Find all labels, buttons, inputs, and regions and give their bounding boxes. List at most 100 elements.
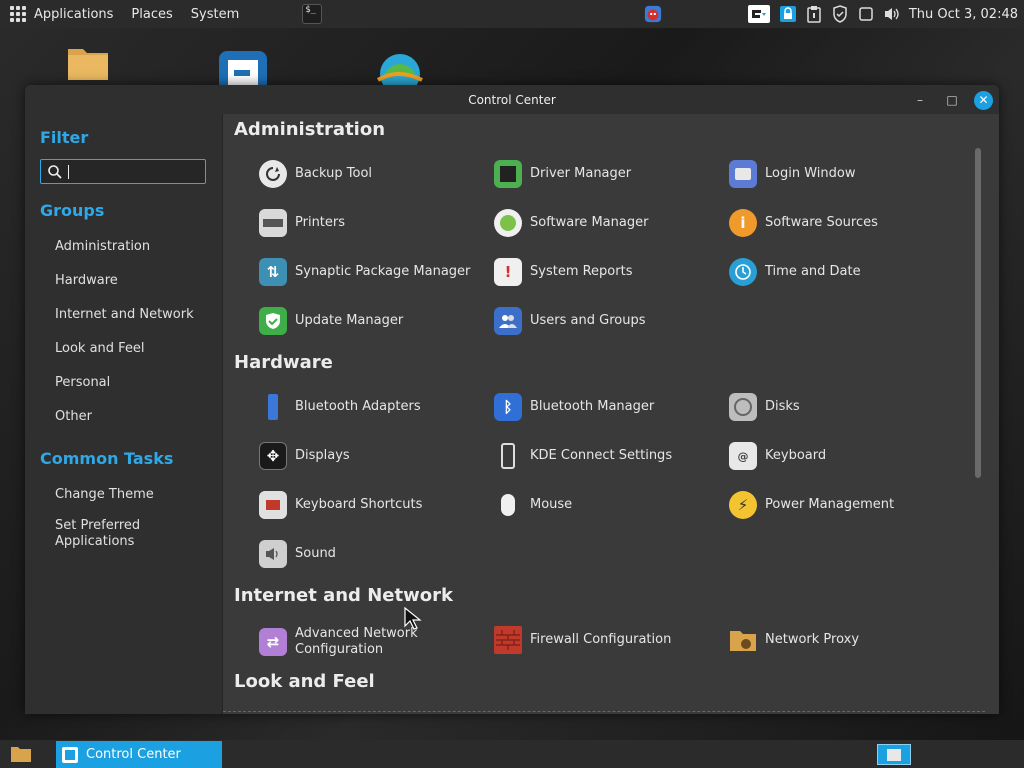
item-software-manager[interactable]: Software Manager (494, 209, 648, 237)
disk-icon (729, 393, 757, 421)
mouse-cursor-icon (404, 607, 422, 630)
maximize-button[interactable]: □ (942, 90, 962, 110)
section-hardware-title: Hardware (234, 352, 333, 373)
section-administration-title: Administration (234, 119, 386, 140)
installer-desktop-icon[interactable] (218, 50, 268, 91)
sidebar-item-hardware[interactable]: Hardware (55, 273, 118, 288)
item-mouse[interactable]: Mouse (494, 491, 572, 519)
text-caret (68, 164, 69, 179)
system-tray: Thu Oct 3, 02:48 (644, 0, 1024, 28)
item-software-sources[interactable]: i Software Sources (729, 209, 878, 237)
app-indicator-icon[interactable] (644, 5, 662, 23)
bluetooth-adapter-icon (259, 393, 287, 421)
item-kde-connect-settings[interactable]: KDE Connect Settings (494, 442, 672, 470)
sidebar-item-look-and-feel[interactable]: Look and Feel (55, 341, 145, 356)
item-keyboard-shortcuts[interactable]: Keyboard Shortcuts (259, 491, 422, 519)
item-keyboard[interactable]: @ Keyboard (729, 442, 826, 470)
item-synaptic-package-manager[interactable]: ⇅ Synaptic Package Manager (259, 258, 470, 286)
download-manager-desktop-icon[interactable] (374, 50, 426, 94)
main-content: Administration Backup Tool Driver Manage… (223, 114, 985, 714)
window-controls: – □ ✕ (898, 90, 993, 110)
bottom-panel: Control Center (0, 740, 1024, 768)
keyboard-icon: @ (729, 442, 757, 470)
firewall-brick-icon (494, 626, 522, 654)
keyboard-shortcuts-icon (259, 491, 287, 519)
users-icon (494, 307, 522, 335)
clock-icon (729, 258, 757, 286)
lock-icon[interactable] (779, 5, 797, 23)
printer-icon (259, 209, 287, 237)
package-icon: ⇅ (259, 258, 287, 286)
terminal-launcher-icon[interactable]: $_ (302, 4, 323, 24)
filter-heading: Filter (40, 128, 89, 147)
backup-icon (259, 160, 287, 188)
volume-icon[interactable] (883, 5, 901, 23)
content-bottom-edge (223, 711, 985, 712)
show-desktop-folder-icon[interactable] (10, 745, 32, 767)
chip-icon (494, 160, 522, 188)
sidebar-item-other[interactable]: Other (55, 409, 92, 424)
bluetooth-icon: ᛒ (494, 393, 522, 421)
item-time-and-date[interactable]: Time and Date (729, 258, 861, 286)
item-power-management[interactable]: ⚡ Power Management (729, 491, 894, 519)
item-update-manager[interactable]: Update Manager (259, 307, 403, 335)
clock[interactable]: Thu Oct 3, 02:48 (909, 7, 1018, 22)
folder-network-icon (729, 626, 757, 654)
window-titlebar[interactable]: Control Center – □ ✕ (25, 85, 999, 114)
workspace-switcher[interactable] (877, 744, 911, 765)
sidebar-item-administration[interactable]: Administration (55, 239, 150, 254)
item-bluetooth-manager[interactable]: ᛒ Bluetooth Manager (494, 393, 654, 421)
task-change-theme[interactable]: Change Theme (55, 487, 154, 502)
item-displays[interactable]: ✥ Displays (259, 442, 350, 470)
item-login-window[interactable]: Login Window (729, 160, 855, 188)
update-shield-icon (259, 307, 287, 335)
groups-heading: Groups (40, 201, 105, 220)
report-icon: ! (494, 258, 522, 286)
top-panel: Applications Places System $_ Thu Oct 3,… (0, 0, 1024, 28)
item-disks[interactable]: Disks (729, 393, 800, 421)
sidebar-item-personal[interactable]: Personal (55, 375, 110, 390)
applications-menu[interactable]: Applications (34, 7, 113, 22)
window-list-icon[interactable] (857, 5, 875, 23)
section-internet-title: Internet and Network (234, 585, 453, 606)
common-tasks-heading: Common Tasks (40, 449, 174, 468)
task-set-preferred-applications[interactable]: Set Preferred Applications (55, 518, 165, 550)
mouse-icon (494, 491, 522, 519)
item-bluetooth-adapters[interactable]: Bluetooth Adapters (259, 393, 421, 421)
taskbar-control-center[interactable]: Control Center (56, 741, 222, 768)
section-look-and-feel-title: Look and Feel (234, 671, 375, 692)
info-icon: i (729, 209, 757, 237)
item-users-and-groups[interactable]: Users and Groups (494, 307, 645, 335)
item-firewall-configuration[interactable]: Firewall Configuration (494, 626, 671, 654)
system-menu[interactable]: System (191, 7, 239, 22)
control-center-window: Control Center – □ ✕ Filter Groups Admin… (25, 85, 999, 714)
item-driver-manager[interactable]: Driver Manager (494, 160, 631, 188)
item-network-proxy[interactable]: Network Proxy (729, 626, 859, 654)
places-menu[interactable]: Places (131, 7, 172, 22)
item-sound[interactable]: Sound (259, 540, 336, 568)
shield-icon[interactable] (831, 5, 849, 23)
login-window-icon (729, 160, 757, 188)
item-printers[interactable]: Printers (259, 209, 345, 237)
displays-icon: ✥ (259, 442, 287, 470)
kde-connect-icon (494, 442, 522, 470)
folder-desktop-icon[interactable] (67, 43, 109, 85)
speaker-icon (259, 540, 287, 568)
sidebar-item-internet-and-network[interactable]: Internet and Network (55, 307, 194, 322)
power-icon: ⚡ (729, 491, 757, 519)
minimize-button[interactable]: – (910, 90, 930, 110)
scrollbar[interactable] (975, 148, 981, 478)
sidebar: Filter Groups Administration Hardware In… (25, 114, 223, 714)
close-button[interactable]: ✕ (974, 90, 993, 110)
search-icon (48, 164, 62, 179)
apps-grid-icon[interactable] (10, 6, 26, 22)
network-arrows-icon: ⇄ (259, 628, 287, 656)
item-backup-tool[interactable]: Backup Tool (259, 160, 372, 188)
window-title: Control Center (468, 92, 556, 107)
software-manager-icon (494, 209, 522, 237)
display-switch-icon[interactable] (747, 5, 771, 23)
clipboard-icon[interactable] (805, 5, 823, 23)
item-system-reports[interactable]: ! System Reports (494, 258, 632, 286)
workspace-window-icon (887, 748, 901, 761)
search-input[interactable] (40, 159, 206, 184)
